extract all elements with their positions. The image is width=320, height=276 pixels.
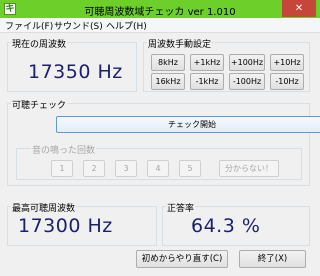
minus-1khz-button[interactable]: -1kHz bbox=[190, 73, 224, 90]
window-title: 可聴周波数域チェッカ ver 1.010 bbox=[84, 7, 236, 18]
minus-100hz-button[interactable]: -100Hz bbox=[229, 73, 265, 90]
dont-know-button[interactable]: 分からない！ bbox=[219, 160, 279, 177]
count-1-button[interactable]: 1 bbox=[51, 160, 73, 177]
plus-10hz-button[interactable]: +10Hz bbox=[270, 54, 304, 71]
max-frequency-value: 17300 Hz bbox=[18, 215, 113, 237]
hearing-check-label: 可聴チェック bbox=[11, 98, 68, 111]
beep-count-label: 音の鳴った回数 bbox=[31, 143, 97, 156]
max-frequency-label: 最高可聴周波数 bbox=[11, 201, 77, 214]
reset-button[interactable]: 初めからやり直す(C) bbox=[136, 250, 228, 268]
count-4-button[interactable]: 4 bbox=[147, 160, 169, 177]
close-icon[interactable]: ✕ bbox=[282, 0, 316, 17]
set-16khz-button[interactable]: 16kHz bbox=[151, 73, 185, 90]
current-frequency-label: 現在の周波数 bbox=[11, 37, 68, 50]
minus-10hz-button[interactable]: -10Hz bbox=[270, 73, 304, 90]
set-8khz-button[interactable]: 8kHz bbox=[151, 54, 185, 71]
exit-button[interactable]: 終了(X) bbox=[239, 250, 306, 268]
accuracy-value: 64.3 % bbox=[191, 215, 261, 237]
count-3-button[interactable]: 3 bbox=[115, 160, 137, 177]
plus-1khz-button[interactable]: +1kHz bbox=[190, 54, 224, 71]
menu-help[interactable]: ヘルプ(H) bbox=[106, 19, 147, 32]
start-check-button[interactable]: チェック開始 bbox=[56, 116, 320, 133]
manual-frequency-label: 周波数手動設定 bbox=[147, 37, 213, 50]
menu-sound[interactable]: サウンド(S) bbox=[54, 19, 103, 32]
plus-100hz-button[interactable]: +100Hz bbox=[229, 54, 265, 71]
menu-bar: ファイル(F) サウンド(S) ヘルプ(H) bbox=[0, 18, 320, 33]
menu-file[interactable]: ファイル(F) bbox=[5, 19, 53, 32]
title-bar[interactable]: キ 可聴周波数域チェッカ ver 1.010 ✕ bbox=[0, 0, 320, 18]
accuracy-label: 正答率 bbox=[166, 201, 196, 214]
app-window: キ 可聴周波数域チェッカ ver 1.010 ✕ ファイル(F) サウンド(S)… bbox=[0, 0, 320, 276]
count-2-button[interactable]: 2 bbox=[83, 160, 105, 177]
count-5-button[interactable]: 5 bbox=[179, 160, 201, 177]
current-frequency-value: 17350 Hz bbox=[28, 61, 123, 83]
